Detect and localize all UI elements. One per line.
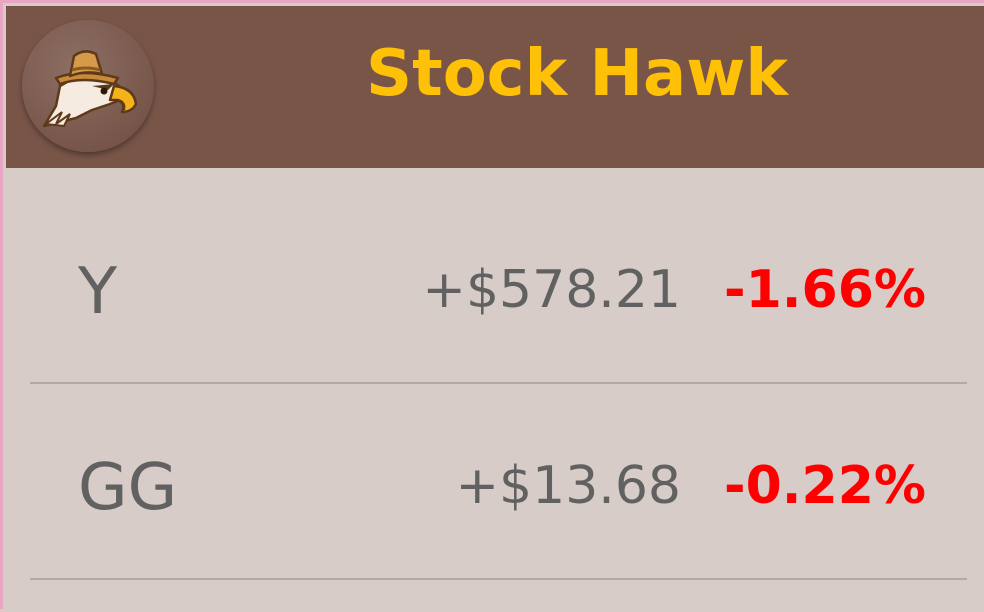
stock-change[interactable]: -1.66% [724, 258, 926, 322]
app-window: Stock Hawk Y +$578.21 -1.66% GG +$13.68 … [0, 0, 984, 609]
stock-row[interactable]: GG +$13.68 -0.22% [6, 364, 984, 580]
stock-symbol: Y [78, 255, 118, 329]
stock-price: +$578.21 [422, 260, 681, 320]
stock-list: Y +$578.21 -1.66% GG +$13.68 -0.22% [6, 168, 984, 612]
hawk-logo-icon[interactable] [22, 20, 154, 152]
stock-symbol: GG [78, 451, 178, 525]
stock-price: +$13.68 [455, 456, 681, 516]
row-divider [30, 578, 967, 580]
stock-change[interactable]: -0.22% [724, 454, 926, 518]
app-bar: Stock Hawk [6, 6, 984, 168]
stock-row[interactable]: Y +$578.21 -1.66% [6, 168, 984, 384]
hawk-logo-graphic [42, 50, 138, 128]
app-title: Stock Hawk [366, 37, 788, 111]
